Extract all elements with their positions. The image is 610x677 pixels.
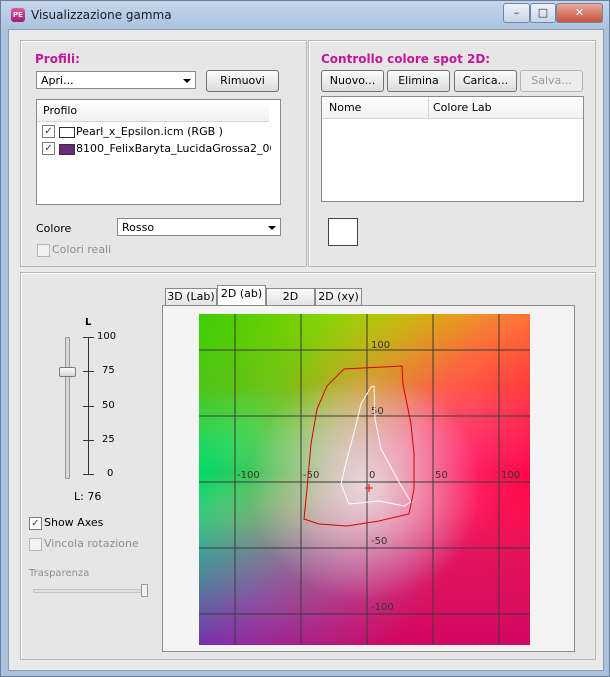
x-axis-label-50: 50 xyxy=(435,470,448,481)
profiles-panel: Profili: Apri... Rimuovi Profilo ✓ Pearl… xyxy=(20,40,307,267)
spot-list-header: Nome Colore Lab xyxy=(322,97,583,119)
l-slider-thumb[interactable] xyxy=(59,367,76,377)
transparency-slider-track[interactable] xyxy=(33,589,147,593)
remove-button[interactable]: Rimuovi xyxy=(206,70,279,92)
l-tick-label: 100 xyxy=(97,331,117,342)
color-label: Colore xyxy=(36,222,72,235)
chevron-down-icon xyxy=(183,79,191,83)
lock-rotation-label: Vincola rotazione xyxy=(44,537,139,550)
color-combo-value: Rosso xyxy=(122,221,155,234)
tab-2d-uv[interactable]: 2D (u'v') xyxy=(266,288,315,319)
delete-spot-button[interactable]: Elimina xyxy=(387,70,450,92)
transparency-slider-thumb[interactable] xyxy=(141,584,148,597)
profile-name: Pearl_x_Epsilon.icm (RGB ) xyxy=(76,125,223,138)
open-profile-combo-value: Apri... xyxy=(41,74,74,87)
profile-color-swatch xyxy=(59,144,75,155)
transparency-label: Trasparenza xyxy=(29,568,90,579)
title-bar[interactable]: PE Visualizzazione gamma – □ ✕ xyxy=(1,1,609,29)
l-tick-label: 75 xyxy=(102,365,115,376)
new-spot-button[interactable]: Nuovo... xyxy=(321,70,384,92)
profiles-title: Profili: xyxy=(35,52,80,66)
list-item[interactable]: ✓ 8100_FelixBaryta_LucidaGrossa2_00.i... xyxy=(37,141,277,157)
y-axis-label-minus-100: -100 xyxy=(371,602,394,613)
profile-color-swatch xyxy=(59,127,75,138)
load-spot-button[interactable]: Carica... xyxy=(454,70,517,92)
save-spot-button[interactable]: Salva... xyxy=(520,70,583,92)
color-combo[interactable]: Rosso xyxy=(117,218,281,236)
real-colors-checkbox[interactable] xyxy=(37,244,50,257)
l-value: L: 76 xyxy=(74,490,102,503)
x-axis-label-minus-50: -50 xyxy=(303,470,319,481)
gamut-plot[interactable]: 100 50 -100 -50 0 50 100 -50 -100 xyxy=(199,314,530,645)
x-axis-label-100: 100 xyxy=(501,470,520,481)
lab-column-header[interactable]: Colore Lab xyxy=(433,101,492,114)
name-column-header[interactable]: Nome xyxy=(329,101,361,114)
y-axis-label-100: 100 xyxy=(371,340,390,351)
show-axes-label: Show Axes xyxy=(44,516,104,529)
y-axis-label-50: 50 xyxy=(371,406,384,417)
app-icon: PE xyxy=(11,8,25,22)
main-window: PE Visualizzazione gamma – □ ✕ Profili: … xyxy=(0,0,610,677)
real-colors-label: Colori reali xyxy=(52,243,112,256)
lock-rotation-checkbox[interactable] xyxy=(29,538,42,551)
profile-checkbox[interactable]: ✓ xyxy=(42,125,55,138)
minimize-button[interactable]: – xyxy=(503,3,530,23)
spot-title: Controllo colore spot 2D: xyxy=(321,52,491,66)
maximize-button[interactable]: □ xyxy=(530,3,556,23)
client-area: Profili: Apri... Rimuovi Profilo ✓ Pearl… xyxy=(8,29,604,671)
y-axis-label-minus-50: -50 xyxy=(371,536,387,547)
list-item[interactable]: ✓ Pearl_x_Epsilon.icm (RGB ) xyxy=(37,124,277,140)
chevron-down-icon xyxy=(268,226,276,230)
l-axis-title: L xyxy=(85,317,92,328)
l-slider-track[interactable] xyxy=(65,337,70,479)
l-tick-label: 25 xyxy=(102,434,115,445)
tab-2d-ab[interactable]: 2D (ab) xyxy=(217,285,266,306)
spot-color-panel: Controllo colore spot 2D: Nuovo... Elimi… xyxy=(308,40,596,267)
x-axis-label-0: 0 xyxy=(369,470,375,481)
spot-colors-list[interactable]: Nome Colore Lab xyxy=(321,96,584,202)
tab-3d-lab[interactable]: 3D (Lab) xyxy=(165,288,217,305)
profiles-list-header: Profilo xyxy=(37,100,269,122)
profile-column-header[interactable]: Profilo xyxy=(43,104,77,117)
close-button[interactable]: ✕ xyxy=(556,3,603,23)
show-axes-checkbox[interactable]: ✓ xyxy=(29,517,42,530)
profile-name: 8100_FelixBaryta_LucidaGrossa2_00.i... xyxy=(76,142,271,155)
window-title: Visualizzazione gamma xyxy=(31,8,172,22)
l-tick-label: 0 xyxy=(107,468,114,479)
spot-color-swatch[interactable] xyxy=(328,218,358,246)
tab-2d-xy[interactable]: 2D (xy) xyxy=(315,288,362,305)
profile-checkbox[interactable]: ✓ xyxy=(42,142,55,155)
x-axis-label-minus-100: -100 xyxy=(237,470,260,481)
open-profile-combo[interactable]: Apri... xyxy=(36,71,196,89)
l-tick-label: 50 xyxy=(102,400,115,411)
profiles-list[interactable]: Profilo ✓ Pearl_x_Epsilon.icm (RGB ) ✓ 8… xyxy=(36,99,281,205)
gamut-tab-page: 100 50 -100 -50 0 50 100 -50 -100 xyxy=(162,305,575,652)
